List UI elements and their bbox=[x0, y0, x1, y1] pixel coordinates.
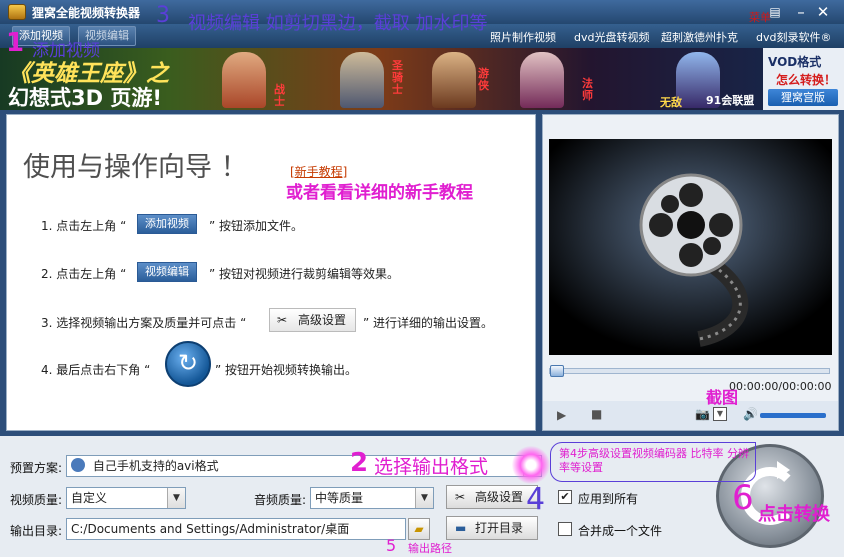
preview-panel: 00:00:00/00:00:00 ▶ ■ 📷 ▼ 🔊 bbox=[542, 114, 839, 431]
step3-advanced-label: 高级设置 bbox=[298, 313, 347, 327]
step4-convert-icon[interactable]: ↻ bbox=[165, 341, 211, 387]
minimize-icon[interactable]: – bbox=[792, 3, 810, 21]
open-directory-label: 打开目录 bbox=[475, 521, 524, 535]
annotation-bubble: 第4步高级设置视频编码器 比特率 分辨率等设置 bbox=[550, 442, 756, 482]
step3-suffix: ” 进行详细的输出设置。 bbox=[363, 316, 494, 330]
playback-controls: ▶ ■ 📷 ▼ 🔊 bbox=[543, 401, 838, 430]
merge-files-checkbox[interactable] bbox=[558, 522, 572, 536]
annotation-number-3: 3 bbox=[156, 3, 170, 28]
close-icon[interactable]: ✕ bbox=[814, 3, 832, 21]
annotation-edit-video: 视频编辑 如剪切黑边，截取 加水印等 bbox=[188, 13, 488, 34]
video-preview-screen bbox=[549, 139, 832, 355]
folder-icon: ▬ bbox=[455, 521, 467, 535]
guide-title: 使用与操作向导 ！ bbox=[23, 152, 248, 183]
audio-quality-select[interactable]: 中等质量 ▼ bbox=[310, 487, 434, 509]
output-path-field[interactable]: C:/Documents and Settings/Administrator/… bbox=[66, 518, 406, 540]
banner-title-bottom: 幻想式3D 页游! bbox=[8, 86, 162, 110]
banner-union: 91会联盟 bbox=[706, 94, 755, 107]
stop-icon[interactable]: ■ bbox=[591, 407, 602, 421]
banner-label-invincible: 无敌 bbox=[660, 96, 682, 109]
step3-advanced-button[interactable]: ✂ 高级设置 bbox=[269, 308, 357, 332]
preset-value: 自己手机支持的avi格式 bbox=[92, 459, 219, 473]
vod-subtitle: 怎么转换！ bbox=[776, 73, 837, 87]
annotation-newbie: 或者看看详细的新手教程 bbox=[286, 183, 473, 203]
chevron-down-icon[interactable]: ▼ bbox=[415, 488, 433, 508]
video-quality-select[interactable]: 自定义 ▼ bbox=[66, 487, 186, 509]
link-photo-video[interactable]: 照片制作视频 bbox=[490, 29, 556, 45]
guide-panel: 使用与操作向导 ！ [新手教程] 1. 点击左上角 “ 添加视频 ” 按钮添加文… bbox=[6, 114, 536, 431]
annotation-number-4: 4 bbox=[526, 482, 546, 517]
annotation-number-2: 2 bbox=[350, 448, 369, 478]
play-icon[interactable]: ▶ bbox=[557, 408, 566, 422]
chevron-down-icon[interactable]: ▼ bbox=[167, 488, 185, 508]
annotation-screenshot: 截图 bbox=[706, 388, 739, 407]
advanced-settings-label: 高级设置 bbox=[475, 490, 524, 504]
banner-label-ranger: 游侠 bbox=[478, 67, 489, 92]
step1-suffix: ” 按钮添加文件。 bbox=[209, 219, 304, 233]
volume-icon[interactable]: 🔊 bbox=[743, 407, 758, 421]
audio-quality-label: 音频质量: bbox=[254, 493, 307, 507]
video-quality-value: 自定义 bbox=[71, 491, 108, 505]
convert-arrowhead bbox=[777, 461, 790, 479]
video-quality-label: 视频质量: bbox=[10, 493, 63, 507]
apply-all-label: 应用到所有 bbox=[578, 492, 639, 506]
app-logo-icon bbox=[8, 4, 26, 20]
volume-slider[interactable] bbox=[760, 413, 826, 418]
audio-quality-value: 中等质量 bbox=[315, 491, 364, 505]
app-title: 狸窝全能视频转换器 bbox=[32, 6, 141, 20]
step2-suffix: ” 按钮对视频进行裁剪编辑等效果。 bbox=[209, 267, 400, 281]
banner-label-mage: 法师 bbox=[582, 77, 593, 102]
folder-browse-icon[interactable]: ▰ bbox=[408, 518, 430, 540]
banner-character-image bbox=[520, 52, 564, 108]
snapshot-dropdown-icon[interactable]: ▼ bbox=[713, 407, 727, 421]
annotation-add-video: 添加视频 bbox=[32, 41, 100, 61]
banner-label-paladin: 圣骑士 bbox=[392, 59, 403, 96]
banner-character-image bbox=[222, 52, 266, 108]
banner-character-image bbox=[340, 52, 384, 108]
time-display: 00:00:00/00:00:00 bbox=[729, 380, 832, 393]
annotation-step4-note: 第4步高级设置视频编码器 比特率 分辨率等设置 bbox=[559, 447, 749, 474]
annotation-number-1: 1 bbox=[6, 28, 25, 58]
step2-edit-video-button[interactable]: 视频编辑 bbox=[137, 262, 197, 282]
banner-character-image bbox=[432, 52, 476, 108]
link-dvd-burn[interactable]: dvd刻录软件® bbox=[756, 29, 831, 45]
link-poker[interactable]: 超刺激德州扑克 bbox=[661, 29, 738, 45]
scissors-wrench-icon: ✂ bbox=[277, 313, 288, 327]
open-directory-button[interactable]: ▬ 打开目录 bbox=[446, 516, 538, 540]
annotation-highlight bbox=[512, 446, 550, 484]
output-path-value: C:/Documents and Settings/Administrator/… bbox=[71, 522, 350, 536]
camera-icon[interactable]: 📷 bbox=[695, 407, 710, 421]
step3-prefix: 3. 选择视频输出方案及质量并可点击 “ bbox=[41, 316, 247, 330]
banner-label-warrior: 战士 bbox=[274, 83, 285, 108]
seek-handle[interactable] bbox=[550, 365, 564, 377]
annotation-output-path: 输出路径 bbox=[408, 542, 452, 555]
preset-label: 预置方案: bbox=[10, 461, 63, 475]
link-dvd-to-video[interactable]: dvd光盘转视频 bbox=[574, 29, 649, 45]
advanced-settings-button[interactable]: ✂ 高级设置 bbox=[446, 485, 538, 509]
vod-button[interactable]: 狸窝宫版 bbox=[768, 89, 838, 106]
apply-all-checkbox[interactable]: ✔ bbox=[558, 490, 572, 504]
annotation-menu: 菜单 bbox=[749, 11, 771, 24]
output-dir-label: 输出目录: bbox=[10, 524, 63, 538]
annotation-output-format: 选择输出格式 bbox=[374, 456, 489, 478]
step4-suffix: ” 按钮开始视频转换输出。 bbox=[215, 363, 358, 377]
seek-bar[interactable] bbox=[549, 365, 830, 377]
step2-prefix: 2. 点击左上角 “ bbox=[41, 267, 127, 281]
annotation-click-convert: 点击转换 bbox=[758, 504, 830, 525]
annotation-number-6: 6 bbox=[732, 478, 754, 518]
vod-title: VOD格式 bbox=[768, 55, 822, 69]
profile-icon bbox=[71, 458, 85, 472]
banner-ad[interactable]: 《英雄王座》之 幻想式3D 页游! 战士 圣骑士 游侠 法师 无敌 91会联盟 … bbox=[0, 48, 844, 110]
step1-prefix: 1. 点击左上角 “ bbox=[41, 219, 127, 233]
step4-prefix: 4. 最后点击右下角 “ bbox=[41, 363, 151, 377]
annotation-number-5: 5 bbox=[386, 536, 397, 555]
step1-add-video-button[interactable]: 添加视频 bbox=[137, 214, 197, 234]
scissors-wrench-icon: ✂ bbox=[455, 490, 466, 504]
film-reel-icon bbox=[549, 139, 832, 355]
merge-files-label: 合并成一个文件 bbox=[578, 524, 663, 538]
